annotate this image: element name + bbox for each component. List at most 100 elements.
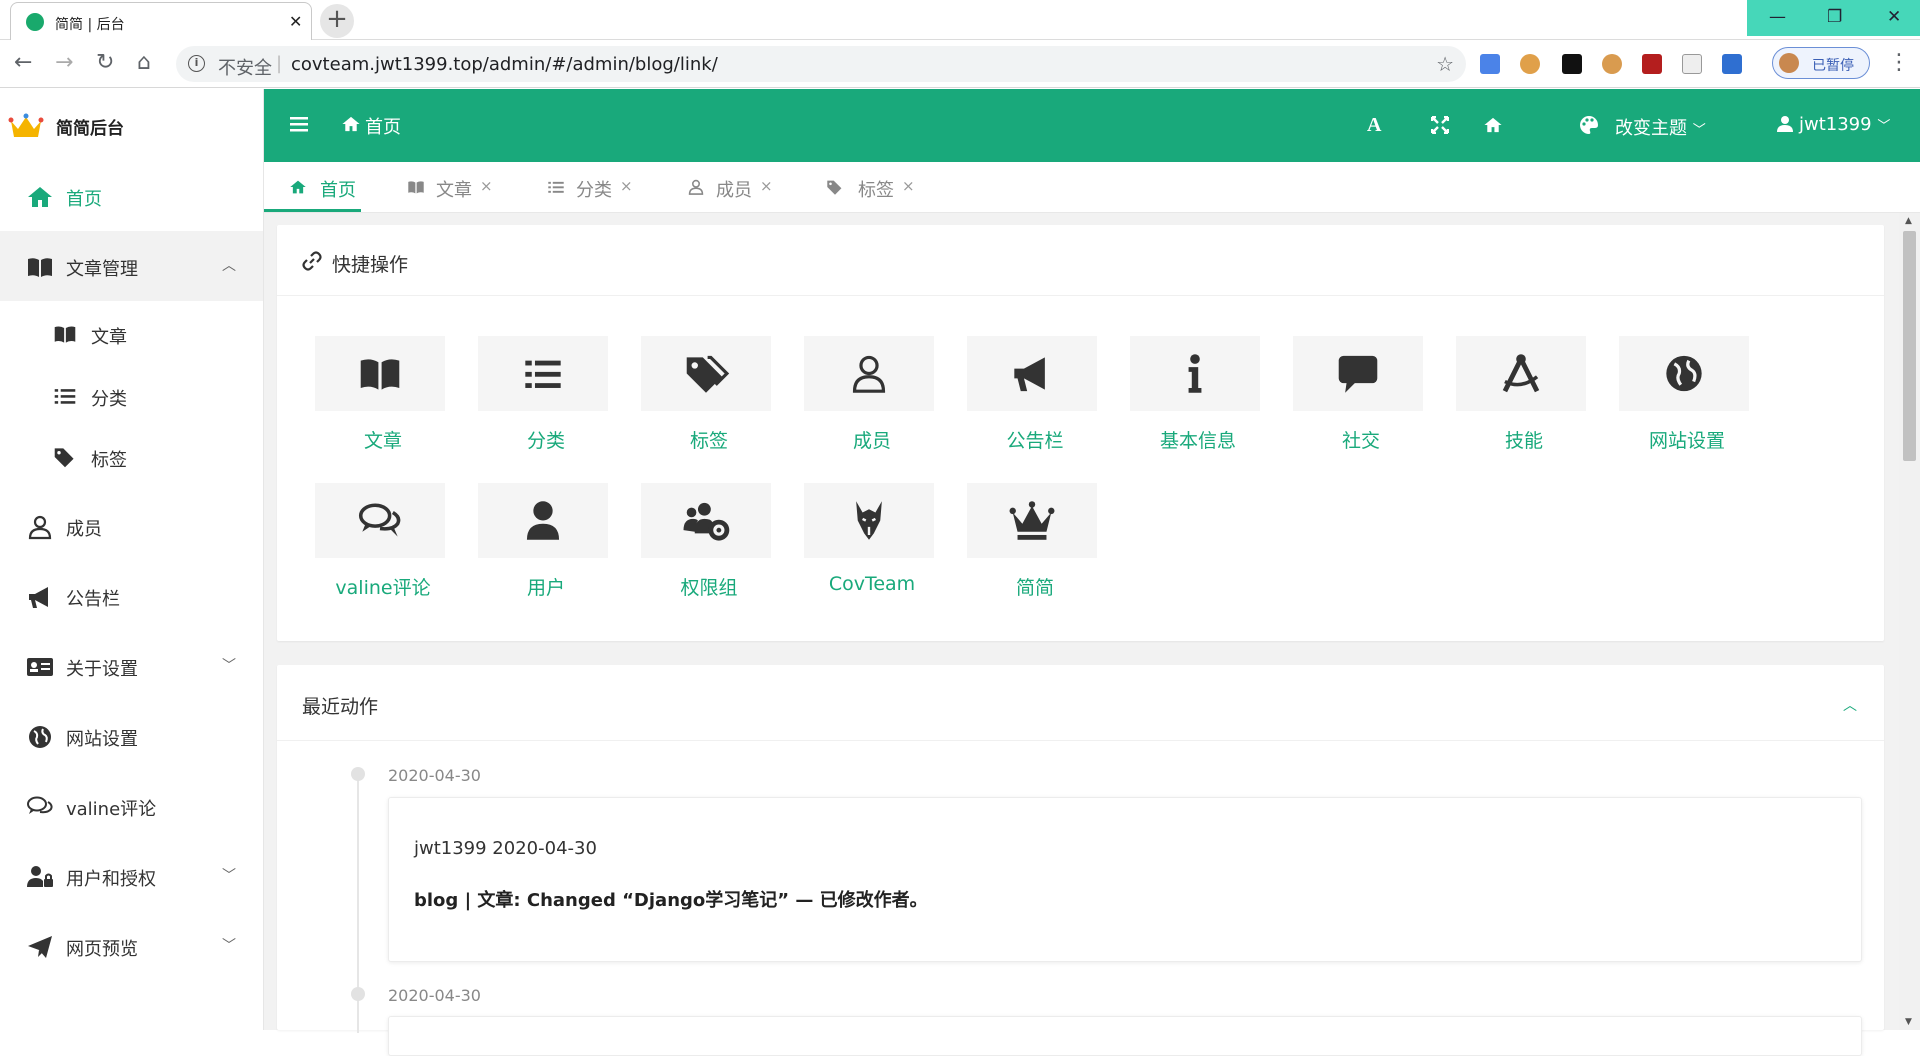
quick-action-jianjian[interactable]: 简简 (967, 483, 1097, 608)
sidebar-item-article-management[interactable]: 文章管理 ︿ (0, 231, 263, 301)
quick-action-skills[interactable]: 技能 (1456, 336, 1586, 461)
quick-action-label: 技能 (1504, 430, 1543, 452)
sidebar-item-users-auth[interactable]: 用户和授权 ﹀ (0, 841, 263, 911)
scrollbar-thumb[interactable] (1903, 231, 1916, 461)
quick-action-categories[interactable]: 分类 (478, 336, 608, 461)
headings-extension-icon[interactable] (1682, 54, 1702, 74)
close-tab-icon[interactable]: ✕ (289, 12, 302, 31)
quick-action-label: 简简 (1015, 577, 1054, 599)
content-scrollbar[interactable]: ▲ ▼ (1899, 213, 1920, 1030)
id-card-icon (27, 658, 53, 676)
fullscreen-icon[interactable] (1431, 116, 1449, 134)
recent-actions-header[interactable]: 最近动作 ︿ (277, 665, 1884, 741)
quick-action-valine-comments[interactable]: valine评论 (315, 483, 445, 608)
minimize-button[interactable]: — (1769, 7, 1786, 27)
cookie-extension-icon[interactable] (1520, 54, 1540, 74)
quick-action-label: 用户 (526, 577, 565, 599)
sidebar-item-web-preview[interactable]: 网页预览 ﹀ (0, 911, 263, 981)
sidebar-subitem-tags[interactable]: 标签 (0, 425, 263, 487)
scroll-up-arrow-icon[interactable]: ▲ (1905, 216, 1912, 226)
site-home-icon[interactable] (1482, 115, 1504, 135)
timeline-date: 2020-04-30 (388, 766, 481, 785)
wolf-icon (856, 501, 882, 540)
forward-icon[interactable]: → (55, 50, 73, 75)
back-icon[interactable]: ← (14, 50, 32, 75)
quick-action-bulletin[interactable]: 公告栏 (967, 336, 1097, 461)
chevron-down-icon: ﹀ (222, 938, 236, 954)
translate-extension-icon[interactable] (1480, 54, 1500, 74)
sidebar-subitem-label: 分类 (91, 389, 127, 410)
link-icon (302, 251, 322, 271)
sidebar-item-about-settings[interactable]: 关于设置 ﹀ (0, 631, 263, 701)
quick-action-social[interactable]: 社交 (1293, 336, 1423, 461)
quick-action-articles[interactable]: 文章 (315, 336, 445, 461)
menu-toggle-icon[interactable] (290, 115, 310, 133)
new-tab-button[interactable]: + (320, 4, 354, 38)
pdf-extension-icon[interactable] (1642, 54, 1662, 74)
header-home-link[interactable]: 首页 (365, 113, 401, 139)
quick-action-permission-groups[interactable]: 权限组 (641, 483, 771, 608)
tags-icon (827, 180, 842, 195)
tab-categories[interactable]: 分类 × (546, 162, 646, 212)
tab-close-icon[interactable]: × (760, 177, 773, 195)
browser-tab[interactable]: 简简 | 后台 ✕ (10, 2, 312, 40)
reload-icon[interactable]: ↻ (96, 50, 114, 75)
sidebar-item-bulletin[interactable]: 公告栏 (0, 561, 263, 631)
address-bar[interactable]: i 不安全 | covteam.jwt1399.top/admin/#/admi… (176, 46, 1466, 82)
info-icon[interactable]: i (188, 55, 205, 72)
tab-tags[interactable]: 标签 × (824, 162, 924, 212)
sidebar-item-valine-comments[interactable]: valine评论 (0, 771, 263, 841)
tab-close-icon[interactable]: × (620, 177, 633, 195)
sidebar-subitem-label: 文章 (91, 327, 127, 348)
tab-members[interactable]: 成员 × (686, 162, 786, 212)
tab-home[interactable]: 首页 (264, 162, 361, 212)
bookmark-star-icon[interactable]: ☆ (1436, 52, 1454, 76)
url-text[interactable]: covteam.jwt1399.top/admin/#/admin/blog/l… (291, 54, 718, 75)
list-icon (525, 360, 561, 388)
recent-actions-title: 最近动作 (302, 696, 379, 718)
home-icon[interactable]: ⌂ (137, 50, 151, 75)
change-theme-dropdown[interactable]: 改变主题 ﹀ (1615, 114, 1706, 140)
quick-action-tile (967, 483, 1097, 558)
chevron-up-icon: ︿ (222, 258, 236, 274)
tab-close-icon[interactable]: × (902, 177, 915, 195)
sidebar-subitem-categories[interactable]: 分类 (0, 364, 263, 426)
book-icon (28, 258, 52, 277)
profile-paused-button[interactable]: 已暂停 (1772, 47, 1870, 79)
quick-action-users[interactable]: 用户 (478, 483, 608, 608)
book-icon (408, 181, 424, 194)
quick-action-tile (1456, 336, 1586, 411)
quick-action-covteam[interactable]: CovTeam (804, 483, 934, 608)
brand-name: 简简后台 (56, 119, 124, 139)
quick-action-tile (315, 483, 445, 558)
sidebar-subitem-articles[interactable]: 文章 (0, 302, 263, 364)
tab-articles[interactable]: 文章 × (406, 162, 506, 212)
close-window-button[interactable]: ✕ (1887, 7, 1901, 27)
scroll-down-arrow-icon[interactable]: ▼ (1905, 1017, 1912, 1027)
sidebar-item-home[interactable]: 首页 (0, 161, 263, 231)
bullhorn-icon (1014, 357, 1045, 392)
quick-action-tile (1293, 336, 1423, 411)
font-size-icon[interactable]: A (1367, 114, 1381, 137)
quick-action-members[interactable]: 成员 (804, 336, 934, 461)
bullhorn-icon (29, 587, 48, 608)
h-extension-icon[interactable] (1562, 54, 1582, 74)
quick-action-site-settings[interactable]: 网站设置 (1619, 336, 1749, 461)
user-menu-dropdown[interactable]: jwt1399 ﹀ (1799, 114, 1890, 135)
maximize-button[interactable]: ❐ (1827, 7, 1842, 27)
quick-action-basic-info[interactable]: 基本信息 (1130, 336, 1260, 461)
quick-actions-title: 快捷操作 (332, 254, 409, 276)
quick-action-tags[interactable]: 标签 (641, 336, 771, 461)
sidebar-item-members[interactable]: 成员 (0, 491, 263, 561)
book-icon (54, 326, 76, 343)
quick-action-tile (641, 336, 771, 411)
reader-extension-icon[interactable] (1722, 54, 1742, 74)
cookie-editor-extension-icon[interactable] (1602, 54, 1622, 74)
timeline-dot (351, 767, 365, 781)
quick-action-tile (804, 483, 934, 558)
sidebar-item-site-settings[interactable]: 网站设置 (0, 701, 263, 771)
chevron-up-icon[interactable]: ︿ (1843, 695, 1857, 715)
info-icon (1188, 354, 1202, 393)
more-menu-icon[interactable]: ⋮ (1888, 50, 1910, 75)
tab-close-icon[interactable]: × (480, 177, 493, 195)
